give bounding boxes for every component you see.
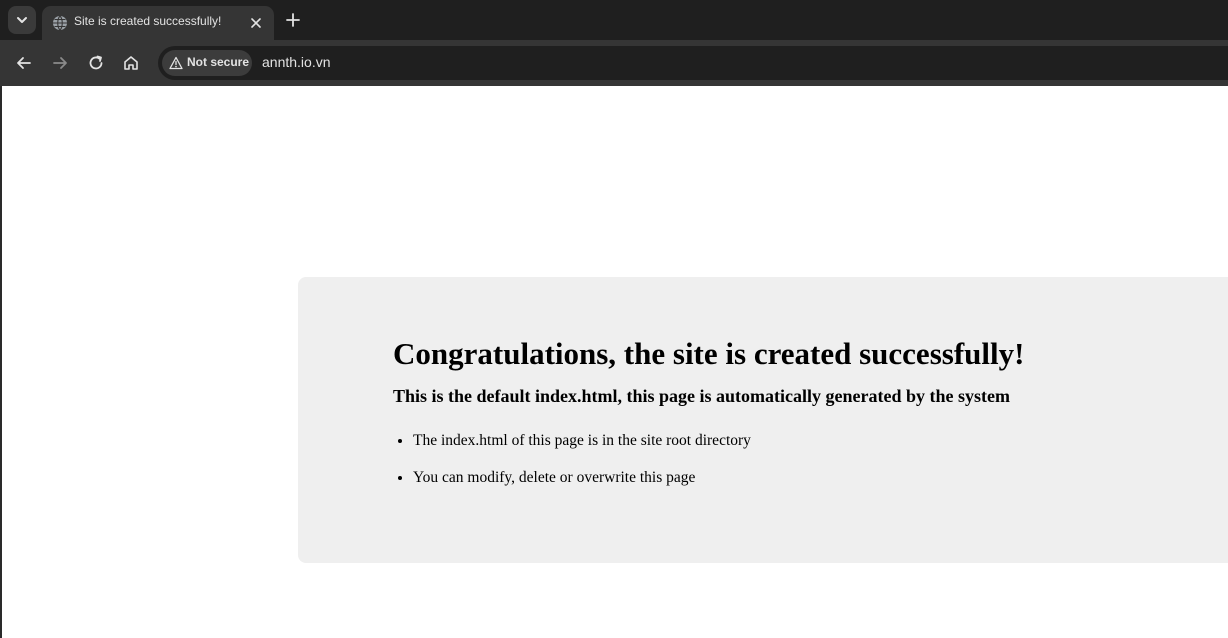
reload-icon[interactable] — [86, 53, 106, 73]
info-list: The index.html of this page is in the si… — [393, 431, 1153, 488]
message-content: Congratulations, the site is created suc… — [393, 335, 1153, 505]
home-icon[interactable] — [121, 53, 141, 73]
security-chip[interactable]: Not secure — [162, 50, 252, 76]
tab-title: Site is created successfully! — [74, 14, 222, 28]
page-title: Congratulations, the site is created suc… — [393, 336, 1025, 371]
url-text[interactable]: annth.io.vn — [262, 54, 331, 70]
arrow-right-icon[interactable] — [50, 53, 70, 73]
address-bar[interactable]: Not secure annth.io.vn — [158, 46, 1228, 80]
list-item: The index.html of this page is in the si… — [413, 431, 1153, 451]
page-viewport: Congratulations, the site is created suc… — [0, 86, 1228, 638]
warning-icon — [169, 56, 183, 70]
plus-icon[interactable] — [284, 11, 302, 29]
list-item: You can modify, delete or overwrite this… — [413, 468, 1153, 488]
chevron-down-icon — [17, 17, 27, 23]
close-icon[interactable] — [248, 15, 264, 31]
arrow-left-icon[interactable] — [14, 53, 34, 73]
tab-strip: Site is created successfully! — [0, 0, 1228, 40]
security-label: Not secure — [187, 55, 250, 69]
active-tab[interactable]: Site is created successfully! — [42, 6, 274, 40]
page-subtitle: This is the default index.html, this pag… — [393, 386, 1011, 406]
browser-toolbar: Not secure annth.io.vn — [0, 40, 1228, 86]
globe-icon — [53, 15, 67, 31]
message-panel: Congratulations, the site is created suc… — [298, 277, 1228, 563]
tab-search-button[interactable] — [8, 6, 36, 34]
